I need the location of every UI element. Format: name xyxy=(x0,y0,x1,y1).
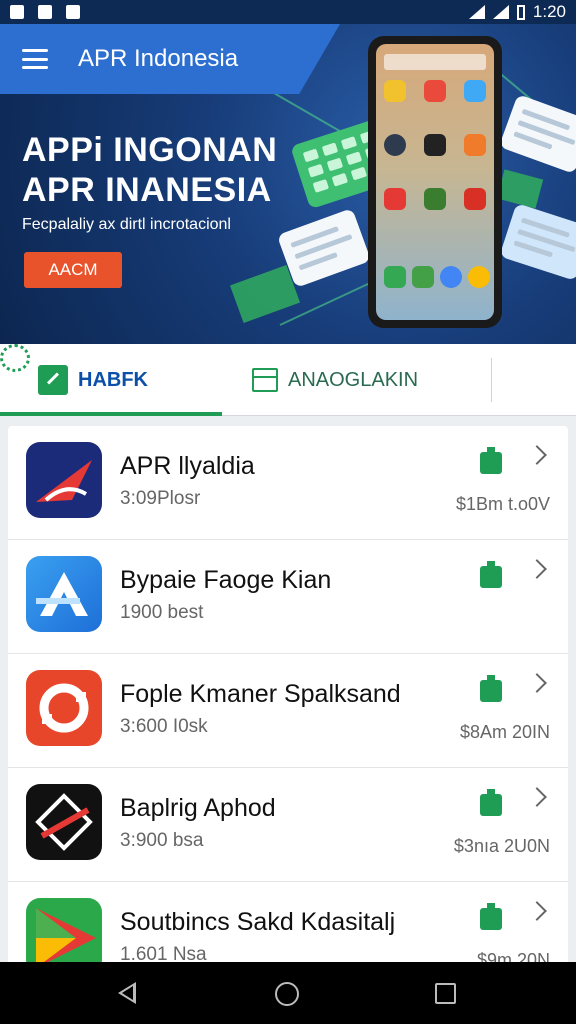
navigation-bar xyxy=(0,962,576,1024)
app-name: Soutbincs Sakd Kdasitalj xyxy=(120,908,396,936)
hero-subtitle: Fecpalaliy ax dirtl incrotacionl xyxy=(22,216,231,233)
tab-anaoglakin[interactable]: ANAOGLAKIN xyxy=(252,344,418,416)
app-name: Bypaie Faoge Kian xyxy=(120,566,332,594)
app-meta: 3:900 bsa xyxy=(120,830,204,851)
tab-habfk[interactable]: HABFK xyxy=(38,344,148,416)
hero-cta-button[interactable]: AACM xyxy=(24,252,122,288)
app-name: Fople Kmaner Spalksand xyxy=(120,680,401,708)
download-icon[interactable] xyxy=(480,675,502,702)
crossed-notification-icon xyxy=(38,5,52,19)
hero-headline-line2: APR INANESIA xyxy=(22,171,272,209)
list-item[interactable]: Soutbincs Sakd Kdasitalj 1.601 Nsa $9m 2… xyxy=(8,882,568,966)
app-meta: 1900 best xyxy=(120,602,204,623)
status-bar: 1:20 xyxy=(0,0,576,24)
signal-icon xyxy=(492,5,509,19)
app-size: $3nıa 2U0N xyxy=(453,836,550,856)
orange-gear-icon xyxy=(26,670,102,746)
photo-notification-icon xyxy=(66,5,80,19)
sim-icon xyxy=(10,5,24,19)
document-card-illustration xyxy=(276,208,372,288)
recent-apps-icon[interactable] xyxy=(435,983,456,1004)
download-icon[interactable] xyxy=(480,561,502,588)
phone-illustration xyxy=(368,36,502,328)
tab-divider xyxy=(491,358,492,402)
app-name: APR llyaldia xyxy=(120,452,255,480)
hero-banner: APR Indonesia APPi INGONAN APR INANESIA … xyxy=(0,24,576,344)
list-item[interactable]: Bypaie Faoge Kian 1900 best xyxy=(8,540,568,654)
app-size: $1Bm t.o0V xyxy=(455,494,550,514)
document-card-illustration xyxy=(498,94,576,174)
menu-icon[interactable] xyxy=(22,49,48,69)
chevron-right-icon[interactable] xyxy=(527,787,547,807)
app-list: APR llyaldia 3:09Plosr $1Bm t.o0V Bypaie… xyxy=(8,426,568,966)
tab-label: ANAOGLAKIN xyxy=(288,368,419,391)
chevron-right-icon[interactable] xyxy=(527,673,547,693)
red-swoosh-icon xyxy=(26,442,102,518)
window-icon xyxy=(252,368,278,392)
list-item[interactable]: APR llyaldia 3:09Plosr $1Bm t.o0V xyxy=(8,426,568,540)
app-name: Baplrig Aphod xyxy=(120,794,276,822)
app-title: APR Indonesia xyxy=(78,45,239,72)
download-icon[interactable] xyxy=(480,789,502,816)
hero-headline: APPi INGONAN APR INANESIA xyxy=(22,130,277,210)
app-size: $8Am 20IN xyxy=(459,722,550,742)
list-item[interactable]: Fople Kmaner Spalksand 3:600 I0sk $8Am 2… xyxy=(8,654,568,768)
hero-headline-line1: APPi INGONAN xyxy=(22,131,278,169)
chevron-right-icon[interactable] xyxy=(527,445,547,465)
back-icon[interactable] xyxy=(118,982,136,1004)
chevron-right-icon[interactable] xyxy=(527,559,547,579)
app-meta: 3:600 I0sk xyxy=(120,716,208,737)
app-bar: APR Indonesia xyxy=(0,24,340,94)
black-diamond-icon xyxy=(26,784,102,860)
edit-icon xyxy=(38,365,68,395)
tab-label: HABFK xyxy=(78,368,148,391)
battery-icon xyxy=(516,4,525,20)
home-icon[interactable] xyxy=(275,982,299,1006)
play-triangle-icon xyxy=(26,898,102,966)
blue-a-icon xyxy=(26,556,102,632)
download-icon[interactable] xyxy=(480,903,502,930)
loading-circle-icon[interactable] xyxy=(0,344,30,372)
tab-indicator xyxy=(0,412,222,416)
list-item[interactable]: Baplrig Aphod 3:900 bsa $3nıa 2U0N xyxy=(8,768,568,882)
app-meta: 3:09Plosr xyxy=(120,488,201,509)
status-time: 1:20 xyxy=(532,2,566,21)
download-icon[interactable] xyxy=(480,447,502,474)
wifi-icon xyxy=(468,5,485,19)
document-card-illustration xyxy=(499,203,576,281)
chevron-right-icon[interactable] xyxy=(527,901,547,921)
tab-bar: HABFK ANAOGLAKIN xyxy=(0,344,576,416)
